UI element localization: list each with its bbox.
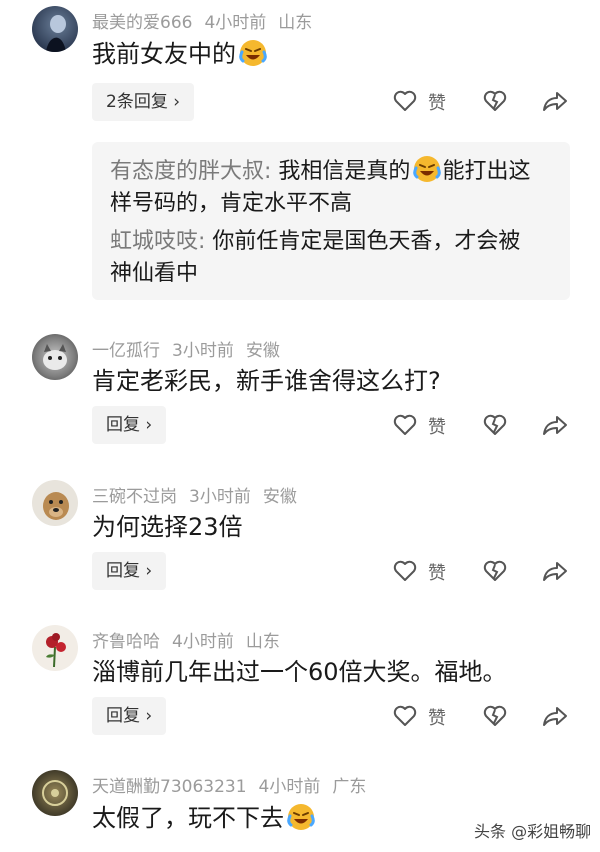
comment-item: 一亿孤行 3小时前 安徽 肯定老彩民，新手谁舍得这么打? 回复 › 赞 bbox=[0, 330, 600, 470]
watermark: 头条 @彩姐畅聊 bbox=[474, 822, 592, 841]
timestamp: 4小时前 bbox=[172, 632, 234, 652]
chevron-right-icon: › bbox=[173, 92, 181, 112]
comment-item: 三碗不过岗 3小时前 安徽 为何选择23倍 回复 › 赞 bbox=[0, 476, 600, 616]
comment-actions: 赞 bbox=[392, 88, 572, 118]
username[interactable]: 一亿孤行 bbox=[92, 341, 160, 361]
avatar-emblem-icon bbox=[42, 780, 68, 806]
view-replies-button[interactable]: 2条回复 › bbox=[92, 83, 195, 121]
comment-meta: 天道酬勤73063231 4小时前 广东 bbox=[92, 772, 378, 797]
share-arrow-icon[interactable] bbox=[542, 88, 568, 114]
location: 山东 bbox=[278, 13, 313, 33]
reply-separator: : bbox=[264, 159, 279, 184]
comment-text-content: 我前女友中的 bbox=[92, 40, 236, 68]
like-button-label[interactable]: 赞 bbox=[428, 89, 446, 115]
comment-text-content: 太假了，玩不下去 bbox=[92, 804, 284, 832]
reply-username[interactable]: 有态度的胖大叔 bbox=[110, 159, 264, 184]
share-arrow-icon[interactable] bbox=[542, 558, 568, 584]
timestamp: 3小时前 bbox=[189, 487, 251, 507]
comment-meta: 齐鲁哈哈 4小时前 山东 bbox=[92, 627, 292, 652]
reply-text: 神仙看中 bbox=[110, 261, 199, 286]
reply-button[interactable]: 回复 › bbox=[92, 697, 167, 735]
broken-heart-icon[interactable] bbox=[482, 88, 508, 114]
avatar-rose-icon bbox=[46, 633, 66, 668]
reply-item: 虹城吱吱: 你前任肯定是国色天香，才会被 神仙看中 bbox=[110, 226, 550, 290]
comment-text: 我前女友中的 bbox=[92, 38, 268, 69]
reply-button-label: 回复 bbox=[106, 415, 140, 435]
username[interactable]: 三碗不过岗 bbox=[92, 487, 177, 507]
share-arrow-icon[interactable] bbox=[542, 412, 568, 438]
comment-text: 肯定老彩民，新手谁舍得这么打? bbox=[92, 367, 441, 395]
reply-button[interactable]: 回复 › bbox=[92, 406, 167, 444]
username[interactable]: 天道酬勤73063231 bbox=[92, 777, 247, 797]
broken-heart-icon[interactable] bbox=[482, 703, 508, 729]
location: 广东 bbox=[332, 777, 367, 797]
timestamp: 4小时前 bbox=[258, 777, 321, 797]
heart-outline-icon[interactable] bbox=[392, 558, 418, 584]
location: 安徽 bbox=[262, 487, 297, 507]
like-button-label[interactable]: 赞 bbox=[428, 704, 446, 730]
heart-outline-icon[interactable] bbox=[392, 88, 418, 114]
chevron-right-icon: › bbox=[145, 706, 153, 726]
comment-meta: 一亿孤行 3小时前 安徽 bbox=[92, 336, 292, 361]
comment-meta: 三碗不过岗 3小时前 安徽 bbox=[92, 482, 309, 507]
reply-text: 样号码的，肯定水平不高 bbox=[110, 191, 353, 216]
like-button-label[interactable]: 赞 bbox=[428, 413, 446, 439]
reply-item: 有态度的胖大叔: 我相信是真的 能打出这样号码的，肯定水平不高 bbox=[110, 154, 550, 220]
location: 安徽 bbox=[245, 341, 280, 361]
like-button-label[interactable]: 赞 bbox=[428, 559, 446, 585]
reply-separator: : bbox=[198, 229, 213, 254]
avatar[interactable] bbox=[32, 770, 78, 816]
comment-item: 齐鲁哈哈 4小时前 山东 淄博前几年出过一个60倍大奖。福地。 回复 › 赞 bbox=[0, 621, 600, 761]
reply-text: 你前任肯定是国色天香，才会被 bbox=[212, 229, 521, 254]
avatar-figure-icon bbox=[46, 15, 66, 52]
reply-text: 我相信是真的 bbox=[278, 159, 411, 184]
comment-item: 最美的爱666 4小时前 山东 我前女友中的 2条回复 › 赞 有态度的胖大叔: 我… bbox=[0, 0, 600, 320]
broken-heart-icon[interactable] bbox=[482, 412, 508, 438]
timestamp: 4小时前 bbox=[204, 13, 267, 33]
chevron-right-icon: › bbox=[145, 415, 153, 435]
comment-actions: 赞 bbox=[392, 558, 572, 588]
crying-laughing-emoji-icon bbox=[239, 40, 267, 66]
comment-text: 太假了，玩不下去 bbox=[92, 802, 316, 833]
heart-outline-icon[interactable] bbox=[392, 412, 418, 438]
share-arrow-icon[interactable] bbox=[542, 703, 568, 729]
reply-button-label: 回复 bbox=[106, 706, 140, 726]
replies-preview[interactable]: 有态度的胖大叔: 我相信是真的 能打出这样号码的，肯定水平不高 虹城吱吱: 你前任… bbox=[92, 142, 570, 300]
view-replies-label: 2条回复 bbox=[106, 92, 168, 112]
crying-laughing-emoji-icon bbox=[413, 156, 442, 182]
username[interactable]: 齐鲁哈哈 bbox=[92, 632, 160, 652]
location: 山东 bbox=[245, 632, 280, 652]
comment-text: 淄博前几年出过一个60倍大奖。福地。 bbox=[92, 658, 507, 686]
reply-button-label: 回复 bbox=[106, 561, 140, 581]
chevron-right-icon: › bbox=[145, 561, 153, 581]
heart-outline-icon[interactable] bbox=[392, 703, 418, 729]
username[interactable]: 最美的爱666 bbox=[92, 13, 192, 33]
reply-button[interactable]: 回复 › bbox=[92, 552, 167, 590]
comment-actions: 赞 bbox=[392, 412, 572, 442]
timestamp: 3小时前 bbox=[172, 341, 234, 361]
comment-meta: 最美的爱666 4小时前 山东 bbox=[92, 8, 324, 33]
avatar[interactable] bbox=[32, 480, 78, 526]
comment-actions: 赞 bbox=[392, 703, 572, 733]
avatar-dog-icon bbox=[43, 492, 69, 520]
avatar-cat-icon bbox=[43, 344, 67, 370]
broken-heart-icon[interactable] bbox=[482, 558, 508, 584]
avatar[interactable] bbox=[32, 6, 78, 52]
avatar[interactable] bbox=[32, 625, 78, 671]
reply-username[interactable]: 虹城吱吱 bbox=[110, 229, 198, 254]
comment-text: 为何选择23倍 bbox=[92, 513, 243, 541]
reply-text: 能打出这 bbox=[442, 159, 531, 184]
crying-laughing-emoji-icon bbox=[287, 804, 315, 830]
avatar[interactable] bbox=[32, 334, 78, 380]
